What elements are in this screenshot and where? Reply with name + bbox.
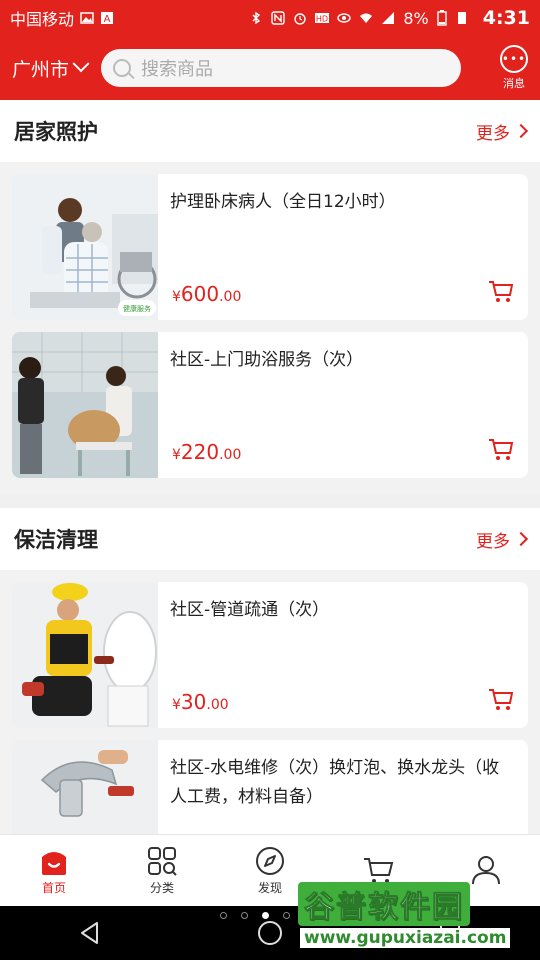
caregiver-photo: 健康服务 — [12, 174, 158, 320]
search-input[interactable]: 搜索商品 — [101, 49, 462, 87]
product-card[interactable]: 健康服务 护理卧床病人（全日12小时） ¥600.00 — [12, 174, 528, 320]
page-indicator — [220, 912, 290, 919]
price-decimal: .00 — [219, 447, 242, 463]
more-link[interactable]: 更多 — [476, 119, 529, 144]
product-card[interactable]: 社区-上门助浴服务（次） ¥220.00 — [12, 332, 528, 478]
product-info: 社区-水电维修（次）换灯泡、换水龙头（收人工费，材料自备） — [158, 740, 528, 834]
tab-label: 发现 — [257, 881, 282, 895]
product-price: ¥30.00 — [172, 690, 229, 714]
back-icon[interactable] — [77, 920, 103, 946]
image-tag: 健康服务 — [123, 304, 151, 313]
section-divider — [0, 494, 540, 508]
city-selector[interactable]: 广州市 — [12, 55, 90, 82]
city-label: 广州市 — [12, 58, 70, 81]
tab-label: 分类 — [149, 881, 174, 895]
product-name: 社区-上门助浴服务（次） — [170, 350, 364, 370]
watermark-title: 谷普软件园 — [298, 882, 470, 926]
top-header: 广州市 搜索商品 ••• 消息 — [0, 36, 540, 100]
product-card[interactable]: 社区-水电维修（次）换灯泡、换水龙头（收人工费，材料自备） — [12, 740, 528, 834]
carrier-label: 中国移动 — [10, 10, 75, 29]
signal-icon — [382, 12, 395, 24]
currency-symbol: ¥ — [172, 289, 181, 305]
sim-icon — [457, 12, 466, 24]
message-label: 消息 — [503, 77, 525, 90]
faucet-repair-photo — [12, 740, 158, 834]
main-content[interactable]: 居家照护 更多 健康服务 护理卧床病人（全日12小时） ¥600.00 社区-上… — [0, 100, 540, 834]
section-cleaning: 保洁清理 更多 社区-管道疏通（次） ¥30.00 社区-水电维修（次）换灯泡、… — [0, 508, 540, 834]
page-dot-active — [262, 912, 269, 919]
page-dot — [220, 912, 227, 919]
product-name: 社区-管道疏通（次） — [170, 600, 330, 620]
price-decimal: .00 — [219, 289, 242, 305]
alarm-icon — [294, 13, 307, 25]
search-placeholder: 搜索商品 — [141, 59, 214, 80]
battery-percent: 8% — [403, 8, 429, 28]
product-info: 社区-管道疏通（次） ¥30.00 — [158, 582, 528, 728]
price-integer: 30 — [180, 690, 207, 714]
wifi-icon — [360, 13, 373, 23]
image-notification-icon — [80, 12, 94, 24]
product-info: 社区-上门助浴服务（次） ¥220.00 — [158, 332, 528, 478]
bluetooth-icon — [252, 11, 261, 25]
chevron-down-icon — [72, 55, 90, 73]
page-dot — [283, 912, 290, 919]
product-list: 社区-管道疏通（次） ¥30.00 社区-水电维修（次）换灯泡、换水龙头（收人工… — [0, 570, 540, 834]
svg-text:HD: HD — [316, 15, 328, 24]
home-system-icon[interactable] — [256, 919, 284, 947]
product-info: 护理卧床病人（全日12小时） ¥600.00 — [158, 174, 528, 320]
plumber-photo — [12, 582, 158, 728]
section-header: 居家照护 更多 — [0, 100, 540, 162]
product-image: 健康服务 — [12, 174, 158, 320]
price-integer: 600 — [180, 282, 220, 306]
currency-symbol: ¥ — [172, 447, 181, 463]
category-grid-icon — [148, 847, 177, 876]
product-name: 护理卧床病人（全日12小时） — [170, 192, 396, 212]
add-to-cart-icon[interactable] — [488, 438, 514, 462]
section-header: 保洁清理 更多 — [0, 508, 540, 570]
product-price: ¥220.00 — [172, 440, 241, 464]
home-icon — [42, 852, 66, 875]
app-notification-icon: A — [101, 12, 114, 25]
price-integer: 220 — [180, 440, 220, 464]
nfc-icon — [271, 11, 286, 25]
clock: 4:31 — [482, 7, 530, 29]
tab-home[interactable]: 首页 — [0, 835, 108, 906]
product-image — [12, 332, 158, 478]
more-label: 更多 — [476, 531, 510, 552]
battery-icon — [437, 10, 447, 26]
tab-category[interactable]: 分类 — [108, 835, 216, 906]
add-to-cart-icon[interactable] — [488, 688, 514, 712]
section-title: 保洁清理 — [14, 528, 98, 552]
search-icon — [113, 59, 132, 77]
product-image — [12, 740, 158, 834]
section-title: 居家照护 — [14, 120, 98, 144]
chevron-right-icon — [513, 123, 529, 139]
status-left: 中国移动 A — [10, 6, 114, 30]
product-name: 社区-水电维修（次）换灯泡、换水龙头（收人工费，材料自备） — [170, 758, 500, 807]
svg-text:A: A — [104, 14, 111, 25]
watermark: 谷普软件园 www.gupuxiazai.com — [292, 880, 540, 960]
compass-icon — [256, 847, 284, 875]
chevron-right-icon — [513, 531, 529, 547]
page-dot — [241, 912, 248, 919]
message-icon: ••• — [500, 45, 528, 73]
more-link[interactable]: 更多 — [476, 527, 529, 552]
add-to-cart-icon[interactable] — [488, 280, 514, 304]
more-label: 更多 — [476, 123, 510, 144]
message-button[interactable]: ••• 消息 — [500, 45, 528, 91]
section-home-care: 居家照护 更多 健康服务 护理卧床病人（全日12小时） ¥600.00 社区-上… — [0, 100, 540, 494]
product-list: 健康服务 护理卧床病人（全日12小时） ¥600.00 社区-上门助浴服务（次）… — [0, 162, 540, 494]
eye-icon — [337, 13, 352, 23]
currency-symbol: ¥ — [172, 697, 181, 713]
price-decimal: .00 — [206, 697, 229, 713]
product-image — [12, 582, 158, 728]
status-bar: 中国移动 A HD 8% 4:31 — [0, 0, 540, 36]
hd-icon: HD — [315, 13, 330, 24]
watermark-url: www.gupuxiazai.com — [300, 928, 511, 948]
status-right: HD 8% 4:31 — [249, 7, 530, 29]
bathing-service-photo — [12, 332, 158, 478]
tab-label: 首页 — [41, 881, 66, 895]
product-price: ¥600.00 — [172, 282, 241, 306]
product-card[interactable]: 社区-管道疏通（次） ¥30.00 — [12, 582, 528, 728]
